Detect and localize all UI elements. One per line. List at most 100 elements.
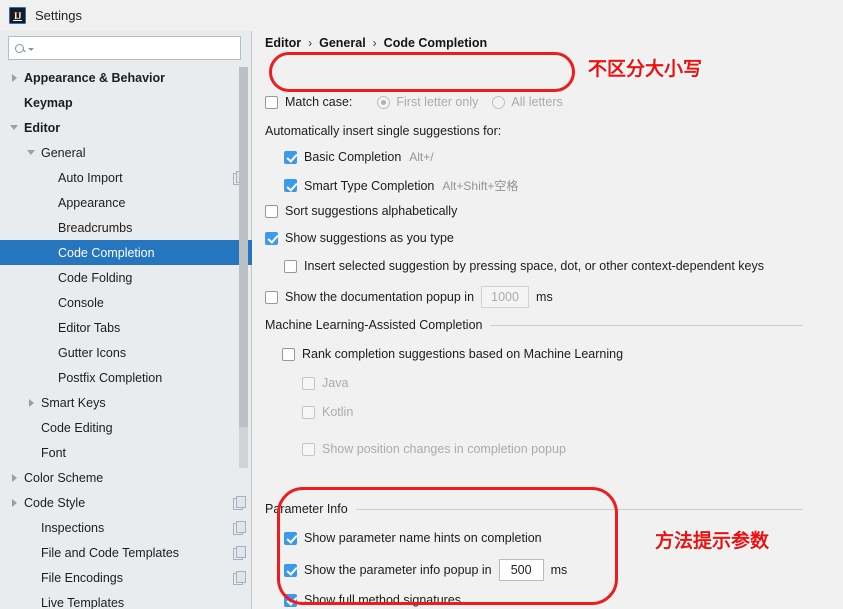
chevron-collapsed-icon[interactable]: [10, 72, 21, 83]
sidebar-item-label: Live Templates: [41, 595, 125, 609]
sidebar-item-console[interactable]: Console: [0, 290, 252, 315]
chevron-expanded-icon[interactable]: [10, 122, 21, 133]
search-icon: [15, 43, 34, 53]
ml-kotlin-label: Kotlin: [322, 405, 354, 419]
sidebar-item-file-encodings[interactable]: File Encodings: [0, 565, 252, 590]
breadcrumb-part: General: [319, 36, 366, 50]
insert-selected-suggestion-checkbox[interactable]: [284, 259, 297, 273]
ml-java-row[interactable]: Java: [302, 376, 348, 390]
documentation-popup-row[interactable]: Show the documentation popup in 1000 ms: [265, 286, 553, 308]
match-case-all-letters-radio[interactable]: All letters: [492, 95, 563, 109]
chevron-collapsed-icon[interactable]: [27, 397, 38, 408]
basic-completion-row[interactable]: Basic Completion Alt+/: [284, 150, 434, 164]
ml-group-title: Machine Learning-Assisted Completion: [265, 318, 483, 332]
sidebar-scrollbar-thumb[interactable]: [239, 67, 248, 427]
ml-kotlin-checkbox[interactable]: [302, 405, 315, 419]
sidebar-item-code-folding[interactable]: Code Folding: [0, 265, 252, 290]
parameter-info-group-header: Parameter Info: [265, 502, 803, 516]
intellij-idea-icon: IJ: [9, 7, 26, 24]
settings-tree[interactable]: Appearance & Behavior Keymap Editor General…: [0, 65, 252, 609]
sidebar-item-general[interactable]: General: [0, 140, 252, 165]
show-as-you-type-checkbox[interactable]: [265, 231, 278, 245]
sidebar-item-label: File Encodings: [41, 570, 123, 585]
sidebar-item-label: Editor: [24, 120, 61, 135]
ml-position-changes-row[interactable]: Show position changes in completion popu…: [302, 442, 566, 456]
sidebar-item-code-completion[interactable]: Code Completion: [0, 240, 252, 265]
ml-rank-label: Rank completion suggestions based on Mac…: [302, 347, 624, 361]
radio-all-letters-icon: [492, 95, 506, 109]
sidebar-item-appearance-behavior[interactable]: Appearance & Behavior: [0, 65, 252, 90]
sort-alphabetically-checkbox[interactable]: [265, 204, 278, 218]
insert-selected-suggestion-row[interactable]: Insert selected suggestion by pressing s…: [284, 259, 764, 273]
param-info-popup-unit: ms: [550, 563, 568, 577]
sort-alphabetically-row[interactable]: Sort suggestions alphabetically: [265, 204, 457, 218]
ml-position-changes-checkbox[interactable]: [302, 442, 315, 456]
chevron-expanded-icon[interactable]: [27, 147, 38, 158]
search-input[interactable]: [34, 38, 240, 58]
sidebar-item-postfix-completion[interactable]: Postfix Completion: [0, 365, 252, 390]
ml-rank-row[interactable]: Rank completion suggestions based on Mac…: [282, 347, 623, 361]
sidebar-item-gutter-icons[interactable]: Gutter Icons: [0, 340, 252, 365]
sidebar-item-code-style[interactable]: Code Style: [0, 490, 252, 515]
breadcrumb-part: Editor: [265, 36, 302, 50]
sidebar-item-editor[interactable]: Editor: [0, 115, 252, 140]
ml-java-label: Java: [322, 376, 349, 390]
sidebar-item-label: Appearance & Behavior: [24, 70, 166, 85]
documentation-popup-delay-field[interactable]: 1000: [481, 286, 530, 308]
basic-completion-checkbox[interactable]: [284, 150, 297, 164]
sidebar-item-smart-keys[interactable]: Smart Keys: [0, 390, 252, 415]
search-box[interactable]: [8, 36, 241, 60]
sidebar-item-font[interactable]: Font: [0, 440, 252, 465]
param-info-popup-checkbox[interactable]: [284, 563, 297, 577]
param-name-hints-checkbox[interactable]: [284, 531, 297, 545]
show-as-you-type-label: Show suggestions as you type: [285, 231, 454, 245]
sidebar-item-live-templates[interactable]: Live Templates: [0, 590, 252, 609]
sidebar-item-keymap[interactable]: Keymap: [0, 90, 252, 115]
sidebar-item-label: Code Completion: [58, 245, 155, 260]
ml-rank-checkbox[interactable]: [282, 347, 295, 361]
copy-settings-icon[interactable]: [233, 521, 246, 535]
full-method-signatures-row[interactable]: Show full method signatures: [284, 593, 461, 607]
ml-kotlin-row[interactable]: Kotlin: [302, 405, 353, 419]
sidebar-item-label: Breadcrumbs: [58, 220, 133, 235]
sidebar-item-inspections[interactable]: Inspections: [0, 515, 252, 540]
copy-settings-icon[interactable]: [233, 496, 246, 510]
sidebar-item-appearance[interactable]: Appearance: [0, 190, 252, 215]
sidebar-item-label: Keymap: [24, 95, 73, 110]
param-name-hints-row[interactable]: Show parameter name hints on completion: [284, 531, 542, 545]
sidebar-item-label: Code Editing: [41, 420, 113, 435]
match-case-checkbox[interactable]: [265, 95, 278, 109]
param-info-popup-row[interactable]: Show the parameter info popup in 500 ms: [284, 559, 567, 581]
sort-alphabetically-label: Sort suggestions alphabetically: [285, 204, 458, 218]
smart-type-completion-checkbox[interactable]: [284, 179, 297, 192]
sidebar-item-breadcrumbs[interactable]: Breadcrumbs: [0, 215, 252, 240]
copy-settings-icon[interactable]: [233, 546, 246, 560]
smart-type-completion-shortcut: Alt+Shift+空格: [442, 179, 519, 193]
sidebar-item-label: Console: [58, 295, 104, 310]
documentation-popup-checkbox[interactable]: [265, 290, 278, 304]
sidebar-item-label: Auto Import: [58, 170, 123, 185]
full-method-signatures-checkbox[interactable]: [284, 593, 297, 607]
sidebar-item-auto-import[interactable]: Auto Import: [0, 165, 252, 190]
chevron-collapsed-icon[interactable]: [10, 497, 21, 508]
copy-settings-icon[interactable]: [233, 571, 246, 585]
sidebar-item-label: Postfix Completion: [58, 370, 163, 385]
sidebar-item-code-editing[interactable]: Code Editing: [0, 415, 252, 440]
sidebar-item-color-scheme[interactable]: Color Scheme: [0, 465, 252, 490]
param-info-popup-delay-field[interactable]: 500: [498, 559, 544, 581]
chevron-collapsed-icon[interactable]: [10, 472, 21, 483]
ml-java-checkbox[interactable]: [302, 376, 315, 390]
basic-completion-shortcut: Alt+/: [409, 150, 434, 164]
sidebar-item-file-and-code-templates[interactable]: File and Code Templates: [0, 540, 252, 565]
match-case-first-letter-radio[interactable]: First letter only: [377, 95, 478, 109]
smart-type-completion-row[interactable]: Smart Type Completion Alt+Shift+空格: [284, 177, 518, 194]
sidebar-item-editor-tabs[interactable]: Editor Tabs: [0, 315, 252, 340]
show-as-you-type-row[interactable]: Show suggestions as you type: [265, 231, 454, 245]
window-title: Settings: [35, 8, 82, 23]
